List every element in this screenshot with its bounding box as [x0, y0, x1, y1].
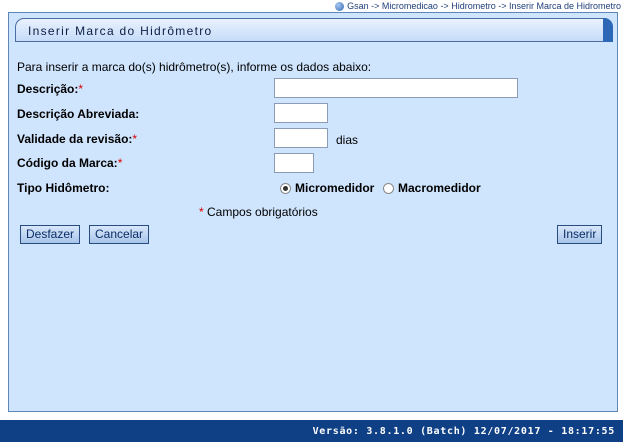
codigo-label: Código da Marca:* — [17, 156, 123, 170]
desfazer-button[interactable]: Desfazer — [20, 225, 81, 244]
codigo-input[interactable] — [274, 153, 314, 173]
required-legend: * Campos obrigatórios — [199, 205, 318, 219]
radio-macromedidor-label: Macromedidor — [398, 181, 481, 195]
radio-micromedidor[interactable]: Micromedidor — [280, 181, 374, 195]
validade-label: Validade da revisão:* — [17, 132, 138, 146]
cancelar-button[interactable]: Cancelar — [89, 225, 150, 244]
breadcrumb-text: Gsan -> Micromedicao -> Hidrometro -> In… — [347, 1, 621, 11]
inserir-button[interactable]: Inserir — [557, 225, 603, 244]
radio-checked-icon[interactable] — [280, 182, 291, 194]
intro-text: Para inserir a marca do(s) hidrômetro(s)… — [17, 60, 372, 74]
radio-macromedidor[interactable]: Macromedidor — [383, 181, 481, 195]
radio-unchecked-icon[interactable] — [383, 182, 394, 194]
dias-suffix: dias — [336, 133, 359, 147]
main-panel: Inserir Marca do Hidrômetro Para inserir… — [8, 12, 618, 412]
breadcrumb: Gsan -> Micromedicao -> Hidrometro -> In… — [335, 0, 621, 12]
descricao-input[interactable] — [274, 78, 518, 98]
globe-icon — [335, 1, 345, 11]
version-text: Versão: 3.8.1.0 (Batch) 12/07/2017 - 18:… — [312, 426, 615, 437]
descricao-abreviada-label: Descrição Abreviada: — [17, 107, 140, 121]
radio-micromedidor-label: Micromedidor — [295, 181, 375, 195]
validade-input[interactable] — [274, 128, 328, 148]
title-bar: Inserir Marca do Hidrômetro — [15, 18, 613, 42]
required-marker: * — [117, 156, 123, 170]
descricao-abreviada-input[interactable] — [274, 103, 328, 123]
required-marker: * — [132, 132, 138, 146]
tipo-label: Tipo Hidômetro: — [17, 181, 110, 195]
title-bar-cap — [603, 18, 613, 42]
footer-bar: Versão: 3.8.1.0 (Batch) 12/07/2017 - 18:… — [0, 420, 623, 442]
required-marker: * — [78, 82, 84, 96]
page-title: Inserir Marca do Hidrômetro — [28, 24, 213, 38]
descricao-label: Descrição:* — [17, 82, 84, 96]
